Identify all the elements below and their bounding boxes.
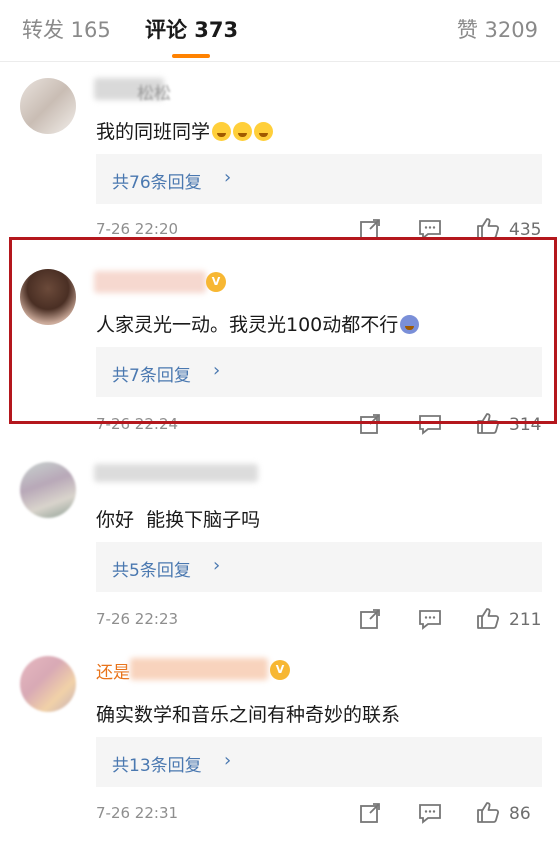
thumbs-up-icon[interactable] xyxy=(476,606,500,630)
comment-icon[interactable] xyxy=(418,607,442,631)
comment-time: 7-26 22:23 xyxy=(96,610,179,628)
crying-emoji-icon xyxy=(212,122,232,141)
comment-time: 7-26 22:31 xyxy=(96,804,179,822)
tab-comment[interactable]: 评论 373 xyxy=(145,14,238,44)
reply-count-link[interactable]: 共5条回复 xyxy=(112,556,191,581)
chevron-right-icon: › xyxy=(213,555,221,576)
avatar[interactable] xyxy=(20,78,76,134)
tab-like[interactable]: 赞 3209 xyxy=(457,14,538,44)
comment-text: 你好 能换下脑子吗 xyxy=(96,505,260,532)
reply-summary[interactable]: 共5条回复 › xyxy=(96,542,542,592)
thumbs-up-icon[interactable] xyxy=(476,800,500,824)
username[interactable]: 松松 xyxy=(137,79,171,104)
comment-time: 7-26 22:20 xyxy=(96,220,179,238)
username[interactable]: 还是 xyxy=(96,658,130,683)
comment-text-content: 你好 能换下脑子吗 xyxy=(96,509,261,531)
chevron-right-icon: › xyxy=(224,750,232,771)
comment-tabs: 转发 165 评论 373 赞 3209 xyxy=(0,0,560,62)
comment-item: 你好 能换下脑子吗 共5条回复 › 7-26 22:23 211 xyxy=(0,450,560,640)
comment-icon[interactable] xyxy=(418,801,442,825)
reply-count-link[interactable]: 共13条回复 xyxy=(112,751,202,776)
tab-repost[interactable]: 转发 165 xyxy=(22,14,111,44)
avatar[interactable] xyxy=(20,462,76,518)
share-icon[interactable] xyxy=(358,801,382,825)
crying-emoji-icon xyxy=(254,122,274,141)
comment-text-content: 我的同班同学 xyxy=(96,121,211,143)
vip-badge-icon: V xyxy=(270,660,290,680)
like-count: 211 xyxy=(509,610,542,630)
comment-item: 松松 我的同班同学 共76条回复 › 7-26 22:20 435 xyxy=(0,62,560,247)
like-count: 86 xyxy=(509,804,531,824)
comment-text: 确实数学和音乐之间有种奇妙的联系 xyxy=(96,700,400,727)
avatar[interactable] xyxy=(20,656,76,712)
comment-text: 我的同班同学 xyxy=(96,117,274,144)
username-blurred[interactable] xyxy=(130,658,268,680)
highlight-box xyxy=(9,237,557,424)
comment-text-content: 确实数学和音乐之间有种奇妙的联系 xyxy=(96,704,401,726)
comment-item: 还是 V 确实数学和音乐之间有种奇妙的联系 共13条回复 › 7-26 22:3… xyxy=(0,644,560,854)
reply-summary[interactable]: 共13条回复 › xyxy=(96,737,542,787)
active-tab-indicator xyxy=(172,54,210,58)
crying-emoji-icon xyxy=(233,122,253,141)
chevron-right-icon: › xyxy=(224,167,232,188)
reply-summary[interactable]: 共76条回复 › xyxy=(96,154,542,204)
username-blurred[interactable] xyxy=(94,464,258,482)
share-icon[interactable] xyxy=(358,607,382,631)
reply-count-link[interactable]: 共76条回复 xyxy=(112,168,202,193)
